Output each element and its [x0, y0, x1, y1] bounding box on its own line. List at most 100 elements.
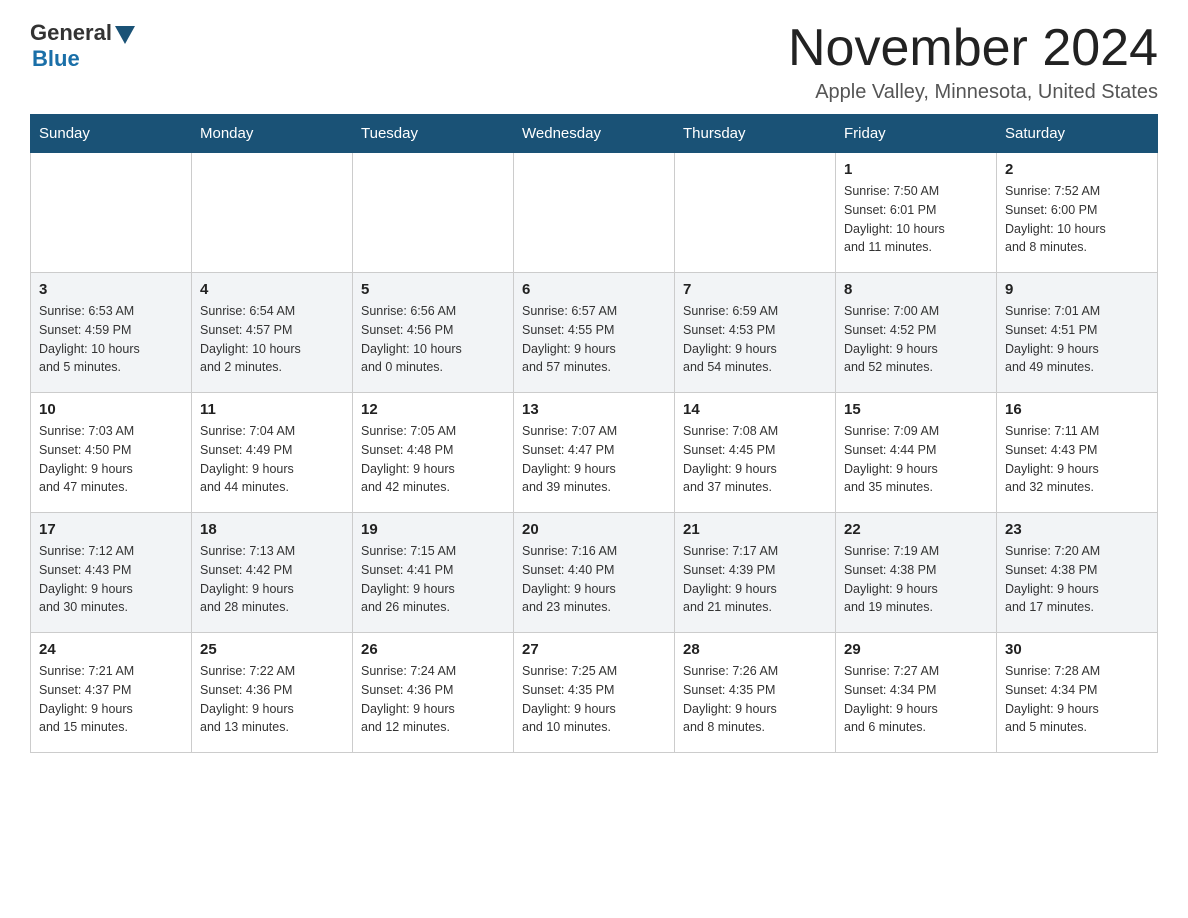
calendar-cell [192, 153, 353, 273]
day-number: 29 [844, 641, 988, 658]
week-row-1: 1 Sunrise: 7:50 AM Sunset: 6:01 PM Daylig… [31, 153, 1158, 273]
calendar-cell: 30 Sunrise: 7:28 AM Sunset: 4:34 PM Dayli… [997, 633, 1158, 753]
weekday-header-sunday: Sunday [31, 115, 192, 153]
month-title: November 2024 [788, 20, 1158, 77]
day-number: 27 [522, 641, 666, 658]
day-sun-info: Sunrise: 7:50 AM Sunset: 6:01 PM Dayligh… [844, 182, 988, 257]
day-number: 24 [39, 641, 183, 658]
calendar-cell: 5Sunrise: 6:56 AM Sunset: 4:56 PM Daylig… [353, 273, 514, 393]
week-row-5: 24 Sunrise: 7:21 AM Sunset: 4:37 PM Dayli… [31, 633, 1158, 753]
day-number: 17 [39, 521, 183, 538]
day-number: 6 [522, 281, 666, 298]
day-sun-info: Sunrise: 7:13 AM Sunset: 4:42 PM Dayligh… [200, 542, 344, 617]
day-number: 14 [683, 401, 827, 418]
calendar-cell: 13Sunrise: 7:07 AM Sunset: 4:47 PM Dayli… [514, 393, 675, 513]
day-sun-info: Sunrise: 7:05 AM Sunset: 4:48 PM Dayligh… [361, 422, 505, 497]
day-number: 5 [361, 281, 505, 298]
day-sun-info: Sunrise: 7:09 AM Sunset: 4:44 PM Dayligh… [844, 422, 988, 497]
calendar-cell: 4Sunrise: 6:54 AM Sunset: 4:57 PM Daylig… [192, 273, 353, 393]
location-subtitle: Apple Valley, Minnesota, United States [788, 81, 1158, 104]
day-sun-info: Sunrise: 7:26 AM Sunset: 4:35 PM Dayligh… [683, 662, 827, 737]
day-sun-info: Sunrise: 7:12 AM Sunset: 4:43 PM Dayligh… [39, 542, 183, 617]
logo-arrow-icon [115, 26, 135, 44]
day-number: 19 [361, 521, 505, 538]
calendar-table: SundayMondayTuesdayWednesdayThursdayFrid… [30, 114, 1158, 753]
day-sun-info: Sunrise: 7:04 AM Sunset: 4:49 PM Dayligh… [200, 422, 344, 497]
day-number: 15 [844, 401, 988, 418]
calendar-cell: 26Sunrise: 7:24 AM Sunset: 4:36 PM Dayli… [353, 633, 514, 753]
day-number: 28 [683, 641, 827, 658]
calendar-cell: 21 Sunrise: 7:17 AM Sunset: 4:39 PM Dayli… [675, 513, 836, 633]
day-sun-info: Sunrise: 7:28 AM Sunset: 4:34 PM Dayligh… [1005, 662, 1149, 737]
logo: General Blue [30, 20, 135, 72]
day-number: 3 [39, 281, 183, 298]
calendar-cell: 18 Sunrise: 7:13 AM Sunset: 4:42 PM Dayli… [192, 513, 353, 633]
day-number: 4 [200, 281, 344, 298]
day-sun-info: Sunrise: 7:01 AM Sunset: 4:51 PM Dayligh… [1005, 302, 1149, 377]
calendar-cell [675, 153, 836, 273]
calendar-cell: 8Sunrise: 7:00 AM Sunset: 4:52 PM Daylig… [836, 273, 997, 393]
calendar-cell [31, 153, 192, 273]
page-header: General Blue November 2024 Apple Valley,… [30, 20, 1158, 104]
day-sun-info: Sunrise: 6:59 AM Sunset: 4:53 PM Dayligh… [683, 302, 827, 377]
calendar-cell: 14 Sunrise: 7:08 AM Sunset: 4:45 PM Dayli… [675, 393, 836, 513]
day-number: 12 [361, 401, 505, 418]
calendar-cell [514, 153, 675, 273]
day-sun-info: Sunrise: 7:08 AM Sunset: 4:45 PM Dayligh… [683, 422, 827, 497]
day-sun-info: Sunrise: 7:16 AM Sunset: 4:40 PM Dayligh… [522, 542, 666, 617]
logo-blue-text: Blue [32, 46, 80, 72]
day-number: 11 [200, 401, 344, 418]
calendar-cell: 25Sunrise: 7:22 AM Sunset: 4:36 PM Dayli… [192, 633, 353, 753]
calendar-cell: 19 Sunrise: 7:15 AM Sunset: 4:41 PM Dayli… [353, 513, 514, 633]
week-row-4: 17 Sunrise: 7:12 AM Sunset: 4:43 PM Dayli… [31, 513, 1158, 633]
day-number: 1 [844, 161, 988, 178]
calendar-cell: 15 Sunrise: 7:09 AM Sunset: 4:44 PM Dayli… [836, 393, 997, 513]
weekday-header-friday: Friday [836, 115, 997, 153]
day-number: 22 [844, 521, 988, 538]
day-sun-info: Sunrise: 6:57 AM Sunset: 4:55 PM Dayligh… [522, 302, 666, 377]
day-number: 21 [683, 521, 827, 538]
calendar-cell: 20 Sunrise: 7:16 AM Sunset: 4:40 PM Dayli… [514, 513, 675, 633]
calendar-cell: 17 Sunrise: 7:12 AM Sunset: 4:43 PM Dayli… [31, 513, 192, 633]
day-sun-info: Sunrise: 7:20 AM Sunset: 4:38 PM Dayligh… [1005, 542, 1149, 617]
day-sun-info: Sunrise: 7:21 AM Sunset: 4:37 PM Dayligh… [39, 662, 183, 737]
calendar-cell: 10Sunrise: 7:03 AM Sunset: 4:50 PM Dayli… [31, 393, 192, 513]
title-area: November 2024 Apple Valley, Minnesota, U… [788, 20, 1158, 104]
calendar-cell: 12 Sunrise: 7:05 AM Sunset: 4:48 PM Dayli… [353, 393, 514, 513]
calendar-cell: 2Sunrise: 7:52 AM Sunset: 6:00 PM Daylig… [997, 153, 1158, 273]
calendar-cell: 7 Sunrise: 6:59 AM Sunset: 4:53 PM Daylig… [675, 273, 836, 393]
day-number: 16 [1005, 401, 1149, 418]
day-sun-info: Sunrise: 7:15 AM Sunset: 4:41 PM Dayligh… [361, 542, 505, 617]
weekday-header-row: SundayMondayTuesdayWednesdayThursdayFrid… [31, 115, 1158, 153]
day-sun-info: Sunrise: 7:17 AM Sunset: 4:39 PM Dayligh… [683, 542, 827, 617]
calendar-cell: 22Sunrise: 7:19 AM Sunset: 4:38 PM Dayli… [836, 513, 997, 633]
day-sun-info: Sunrise: 7:25 AM Sunset: 4:35 PM Dayligh… [522, 662, 666, 737]
day-number: 18 [200, 521, 344, 538]
day-number: 20 [522, 521, 666, 538]
calendar-cell: 1 Sunrise: 7:50 AM Sunset: 6:01 PM Daylig… [836, 153, 997, 273]
calendar-cell: 23 Sunrise: 7:20 AM Sunset: 4:38 PM Dayli… [997, 513, 1158, 633]
weekday-header-monday: Monday [192, 115, 353, 153]
day-sun-info: Sunrise: 6:53 AM Sunset: 4:59 PM Dayligh… [39, 302, 183, 377]
day-number: 26 [361, 641, 505, 658]
day-sun-info: Sunrise: 7:07 AM Sunset: 4:47 PM Dayligh… [522, 422, 666, 497]
calendar-cell: 28 Sunrise: 7:26 AM Sunset: 4:35 PM Dayli… [675, 633, 836, 753]
calendar-cell: 3 Sunrise: 6:53 AM Sunset: 4:59 PM Daylig… [31, 273, 192, 393]
week-row-2: 3 Sunrise: 6:53 AM Sunset: 4:59 PM Daylig… [31, 273, 1158, 393]
day-number: 30 [1005, 641, 1149, 658]
day-number: 23 [1005, 521, 1149, 538]
logo-general-text: General [30, 20, 112, 46]
calendar-cell: 6 Sunrise: 6:57 AM Sunset: 4:55 PM Daylig… [514, 273, 675, 393]
week-row-3: 10Sunrise: 7:03 AM Sunset: 4:50 PM Dayli… [31, 393, 1158, 513]
day-number: 9 [1005, 281, 1149, 298]
weekday-header-tuesday: Tuesday [353, 115, 514, 153]
day-sun-info: Sunrise: 7:03 AM Sunset: 4:50 PM Dayligh… [39, 422, 183, 497]
calendar-cell: 16Sunrise: 7:11 AM Sunset: 4:43 PM Dayli… [997, 393, 1158, 513]
calendar-cell: 29Sunrise: 7:27 AM Sunset: 4:34 PM Dayli… [836, 633, 997, 753]
day-number: 7 [683, 281, 827, 298]
day-number: 8 [844, 281, 988, 298]
calendar-cell: 27 Sunrise: 7:25 AM Sunset: 4:35 PM Dayli… [514, 633, 675, 753]
calendar-cell: 11 Sunrise: 7:04 AM Sunset: 4:49 PM Dayli… [192, 393, 353, 513]
day-sun-info: Sunrise: 7:52 AM Sunset: 6:00 PM Dayligh… [1005, 182, 1149, 257]
weekday-header-saturday: Saturday [997, 115, 1158, 153]
